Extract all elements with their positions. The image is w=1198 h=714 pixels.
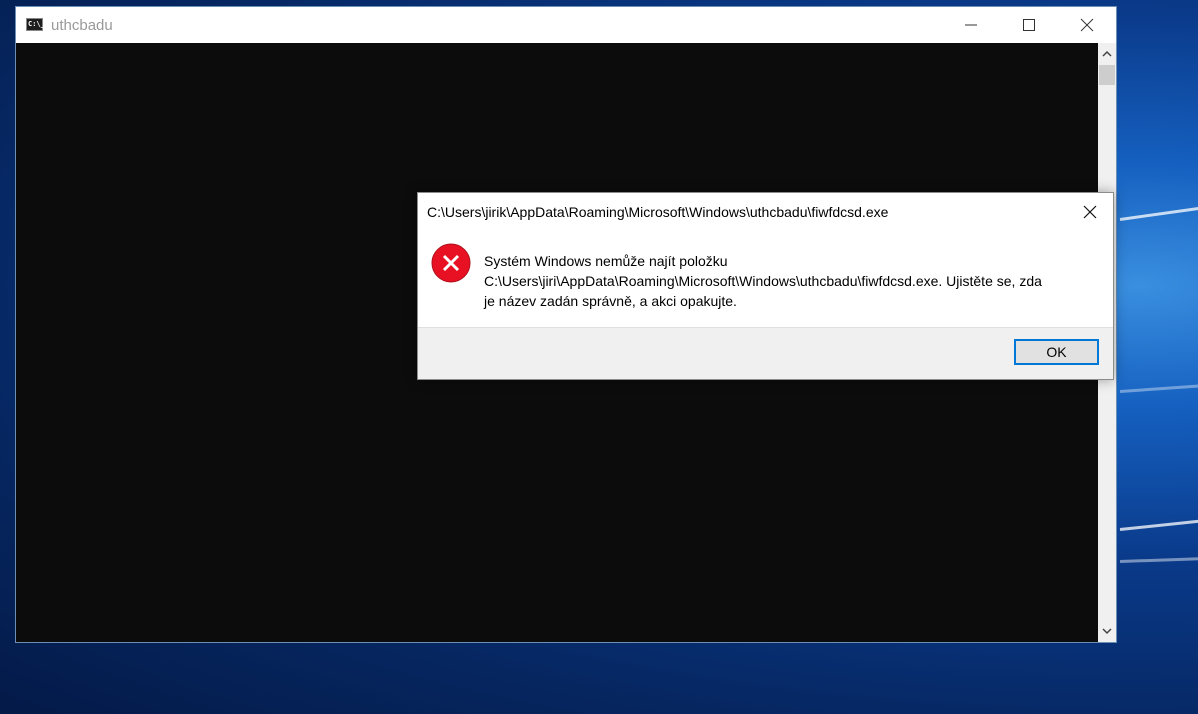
scroll-up-button[interactable]: [1098, 45, 1116, 63]
minimize-icon: [965, 24, 977, 26]
close-icon: [1080, 18, 1094, 32]
scroll-down-button[interactable]: [1098, 622, 1116, 640]
message-line: C:\Users\jiri\AppData\Roaming\Microsoft\…: [484, 273, 1042, 289]
message-line: je název zadán správně, a akci opakujte.: [484, 293, 737, 309]
wallpaper-streak: [1119, 205, 1198, 221]
scroll-thumb[interactable]: [1099, 65, 1115, 85]
close-icon: [1083, 205, 1097, 219]
wallpaper-streak: [1119, 383, 1198, 393]
message-line: Systém Windows nemůže najít položku: [484, 253, 728, 269]
console-title: uthcbadu: [51, 17, 113, 34]
close-button[interactable]: [1058, 7, 1116, 43]
ok-button[interactable]: OK: [1014, 339, 1099, 365]
dialog-title: C:\Users\jirik\AppData\Roaming\Microsoft…: [427, 204, 889, 220]
chevron-up-icon: [1102, 50, 1112, 57]
desktop: { "console": { "title": "uthcbadu", "ico…: [0, 0, 1198, 714]
dialog-footer: OK: [418, 327, 1113, 379]
maximize-icon: [1023, 19, 1035, 31]
wallpaper-streak: [1119, 556, 1198, 563]
error-dialog: C:\Users\jirik\AppData\Roaming\Microsoft…: [417, 192, 1114, 380]
error-icon: [431, 243, 471, 283]
minimize-button[interactable]: [942, 7, 1000, 43]
wallpaper-streak: [1119, 518, 1198, 531]
maximize-button[interactable]: [1000, 7, 1058, 43]
dialog-message: Systém Windows nemůže najít položku C:\U…: [484, 251, 1104, 311]
dialog-close-button[interactable]: [1073, 197, 1107, 227]
console-icon: C:\_: [26, 18, 45, 31]
console-titlebar[interactable]: C:\_ uthcbadu: [16, 7, 1116, 43]
chevron-down-icon: [1102, 628, 1112, 635]
